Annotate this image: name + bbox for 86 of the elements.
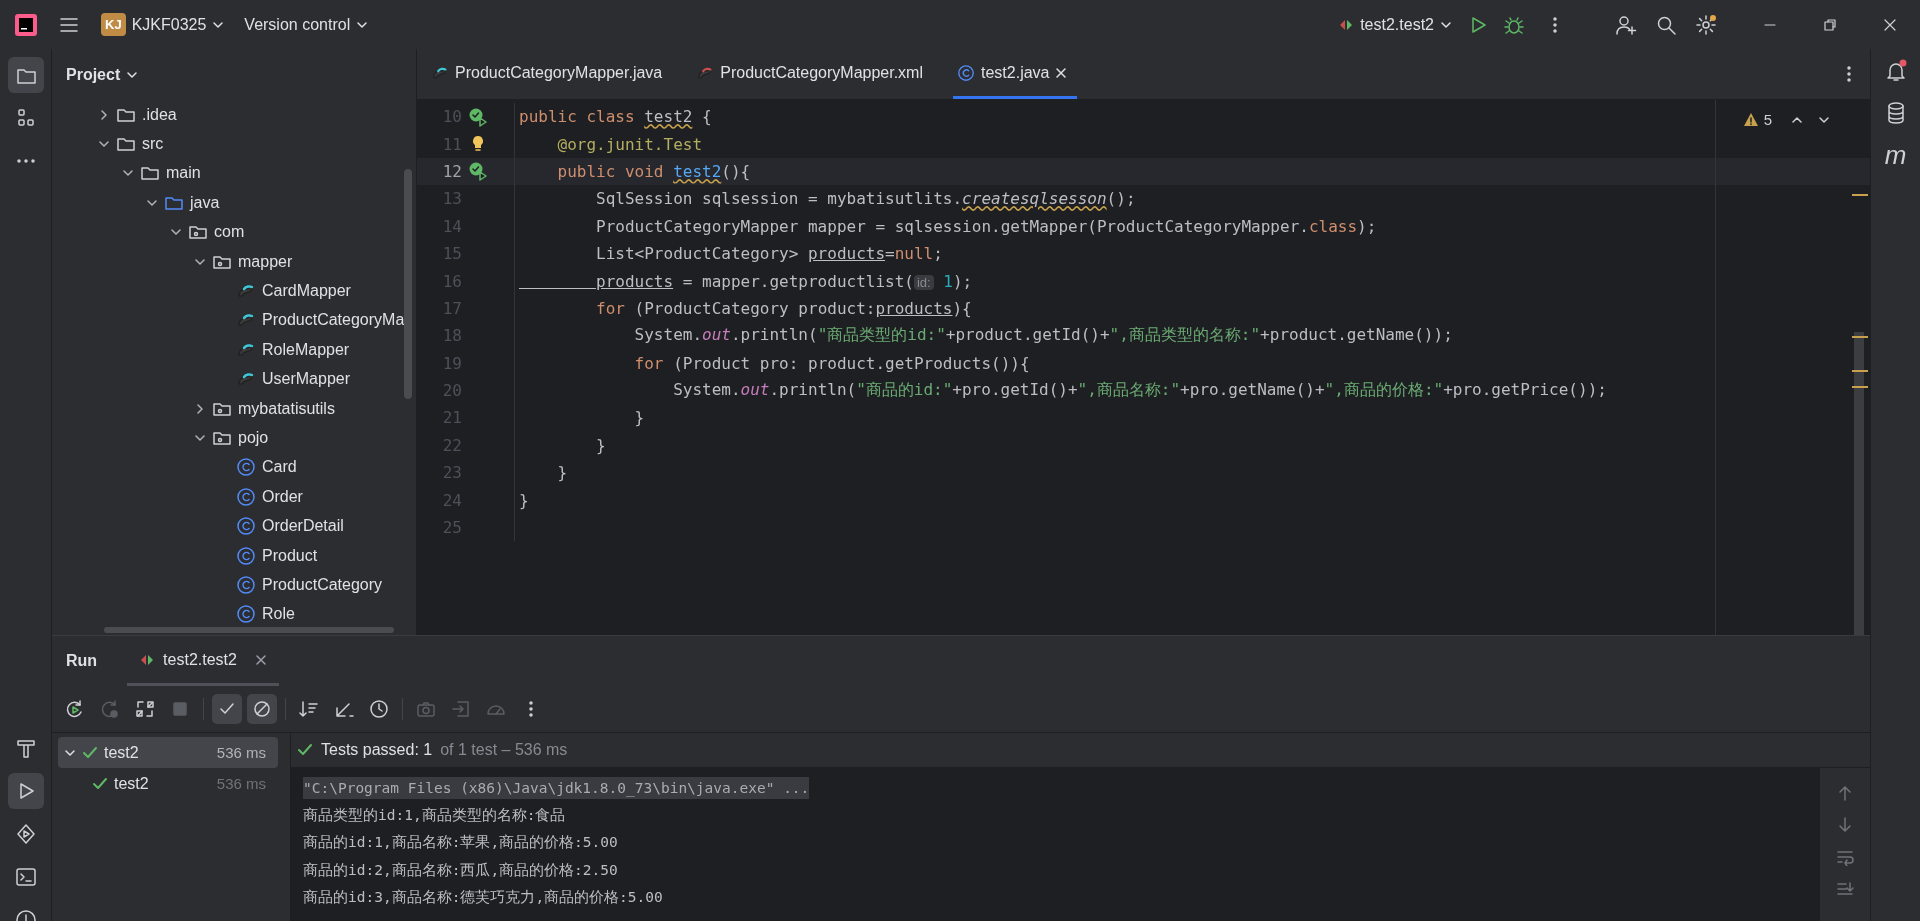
class-icon bbox=[236, 486, 256, 507]
tree-item[interactable]: OrderDetail bbox=[262, 517, 344, 536]
code-line: } bbox=[595, 435, 606, 455]
tree-item[interactable]: RoleMapper bbox=[262, 340, 350, 359]
panel-title[interactable]: Project bbox=[66, 65, 121, 84]
scrollbar[interactable] bbox=[104, 627, 394, 633]
tree-item[interactable]: mybatatisutils bbox=[238, 399, 335, 418]
chevron-right-icon[interactable] bbox=[98, 108, 110, 121]
code-line: System.out.println("商品的id:"+pro.getId()+",商品名称:"+pro.getName()+",商品的价格:"+pro.getPrice()); bbox=[672, 380, 1607, 402]
code-line: SqlSession sqlsession = mybatisutlits.createsqlsesson(); bbox=[595, 189, 1136, 209]
maven-tool-button[interactable]: m bbox=[1884, 143, 1907, 167]
console-line: 商品的id:2,商品名称:西瓜,商品的价格:2.50 bbox=[303, 860, 618, 880]
add-user-icon[interactable] bbox=[1615, 13, 1637, 36]
services-icon[interactable] bbox=[14, 823, 37, 845]
console-line: 商品的id:3,商品名称:德芙巧克力,商品的价格:5.00 bbox=[303, 888, 663, 908]
tree-item[interactable]: Order bbox=[262, 487, 303, 506]
code-line: products = mapper.getproductlist( id: 1); bbox=[595, 271, 973, 291]
code-line: @org.junit.Test bbox=[556, 134, 703, 154]
class-icon bbox=[236, 516, 256, 537]
tree-item[interactable]: UserMapper bbox=[262, 370, 351, 389]
close-icon[interactable] bbox=[254, 653, 267, 666]
project-selector[interactable]: KJ KJKF0325 bbox=[93, 7, 233, 42]
ignored-icon[interactable] bbox=[251, 698, 273, 720]
test-result-row[interactable]: test2 536 ms bbox=[58, 737, 278, 768]
console-line: 商品的id:1,商品名称:苹果,商品的价格:5.00 bbox=[303, 833, 618, 853]
warning-icon bbox=[1742, 111, 1759, 128]
hammer-icon[interactable] bbox=[14, 737, 37, 759]
class-icon bbox=[236, 457, 256, 478]
run-tab[interactable]: test2.test2 bbox=[127, 636, 279, 686]
sort-icon[interactable] bbox=[298, 698, 320, 720]
toggle-icon[interactable] bbox=[134, 698, 156, 720]
code-line: for (Product pro: product.getProducts()){ bbox=[633, 353, 1030, 373]
scrollbar[interactable] bbox=[1854, 332, 1864, 635]
class-icon bbox=[957, 63, 975, 82]
tree-item[interactable]: ProductCategory bbox=[262, 575, 383, 594]
tree-item[interactable]: main bbox=[166, 164, 201, 183]
class-icon bbox=[236, 574, 256, 595]
editor-tab[interactable]: ProductCategoryMapper.java bbox=[427, 49, 689, 99]
console-line: 商品类型的id:1,商品类型的名称:食品 bbox=[303, 805, 566, 825]
code-line: List<ProductCategory> products=null; bbox=[595, 244, 943, 264]
test-summary: of 1 test – 536 ms bbox=[440, 741, 568, 759]
clock-icon[interactable] bbox=[368, 698, 390, 720]
class-icon bbox=[236, 604, 256, 625]
editor-tab[interactable]: ProductCategoryMapper.xml bbox=[692, 49, 949, 99]
app-logo-icon bbox=[14, 12, 38, 37]
test-status: Tests passed: 1 bbox=[321, 741, 433, 759]
terminal-icon[interactable] bbox=[14, 866, 37, 888]
panel-title: Run bbox=[66, 652, 98, 670]
tree-item[interactable]: Role bbox=[262, 605, 295, 624]
tree-item[interactable]: java bbox=[190, 193, 220, 212]
vcs-menu[interactable]: Version control bbox=[236, 9, 377, 40]
run-config-selector[interactable]: test2.test2 bbox=[1330, 9, 1460, 40]
code-line: ProductCategoryMapper mapper = sqlsession.getMapper(ProductCategoryMapper.class); bbox=[595, 216, 1377, 236]
editor-tab[interactable]: test2.java bbox=[953, 49, 1078, 99]
code-line: for (ProductCategory product:products){ bbox=[595, 298, 972, 318]
code-line: } bbox=[633, 408, 645, 428]
class-icon bbox=[236, 545, 256, 566]
run-test-icon[interactable] bbox=[468, 161, 488, 182]
line-number: 12 bbox=[441, 161, 462, 181]
tree-item[interactable]: Card bbox=[262, 458, 297, 477]
code-line: } bbox=[556, 463, 568, 483]
chevron-right-icon[interactable] bbox=[194, 402, 206, 415]
console-command: "C:\Program Files (x86)\Java\jdk1.8.0_73\bin\java.exe" ... bbox=[303, 776, 810, 799]
tree-item[interactable]: Product bbox=[262, 546, 318, 565]
arrow-up-icon[interactable] bbox=[1836, 784, 1854, 802]
code-line: public class test2 { bbox=[518, 107, 712, 127]
tree-item[interactable]: com bbox=[214, 223, 245, 242]
code-line: } bbox=[518, 490, 529, 510]
arrow-down-icon[interactable] bbox=[1836, 816, 1854, 834]
scroll-to-end-icon[interactable] bbox=[1836, 880, 1854, 898]
tree-item[interactable]: src bbox=[142, 135, 164, 154]
tree-item[interactable]: CardMapper bbox=[262, 282, 351, 301]
code-line: public void test2(){ bbox=[556, 161, 751, 181]
soft-wrap-icon[interactable] bbox=[1836, 848, 1854, 866]
code-line: System.out.println("商品类型的id:"+product.getId()+",商品类型的名称:"+product.getName()); bbox=[633, 325, 1453, 347]
run-test-icon[interactable] bbox=[468, 106, 488, 127]
tree-item[interactable]: pojo bbox=[238, 429, 269, 447]
chevron-down-icon[interactable] bbox=[194, 432, 206, 444]
settings-icon[interactable] bbox=[1695, 13, 1717, 36]
tree-item[interactable]: .idea bbox=[142, 105, 177, 124]
close-icon[interactable] bbox=[1055, 66, 1068, 79]
warning-count[interactable]: 5 bbox=[1763, 111, 1772, 128]
scrollbar[interactable] bbox=[404, 169, 412, 399]
tree-item[interactable]: mapper bbox=[238, 252, 293, 271]
test-result-row[interactable]: test2 536 ms bbox=[58, 768, 278, 799]
tree-item[interactable]: ProductCategoryMa bbox=[262, 311, 405, 330]
